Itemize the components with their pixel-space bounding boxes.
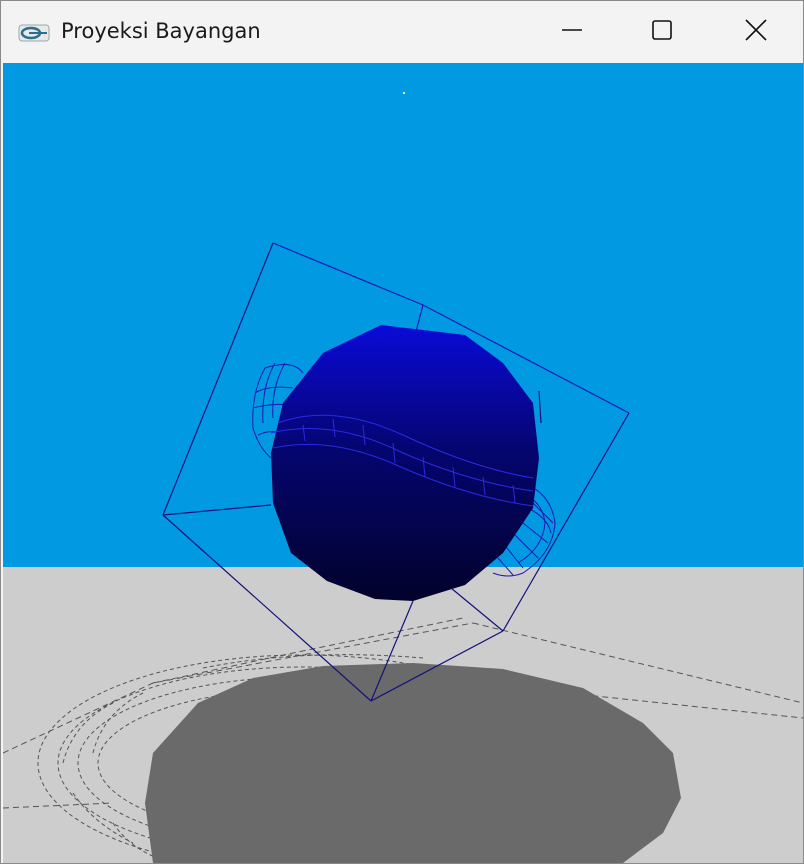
maximize-button[interactable] [617,1,707,63]
title-bar[interactable]: Proyeksi Bayangan [1,1,803,63]
maximize-icon [651,19,673,45]
star-dot [403,92,405,94]
minimize-button[interactable] [527,1,617,63]
minimize-icon [561,19,583,45]
close-button[interactable] [711,1,801,63]
close-icon [744,18,768,46]
render-viewport[interactable] [3,63,803,863]
app-icon [17,19,51,47]
app-window: Proyeksi Bayangan [0,0,804,864]
scene-canvas [3,63,803,863]
window-title: Proyeksi Bayangan [61,19,261,43]
